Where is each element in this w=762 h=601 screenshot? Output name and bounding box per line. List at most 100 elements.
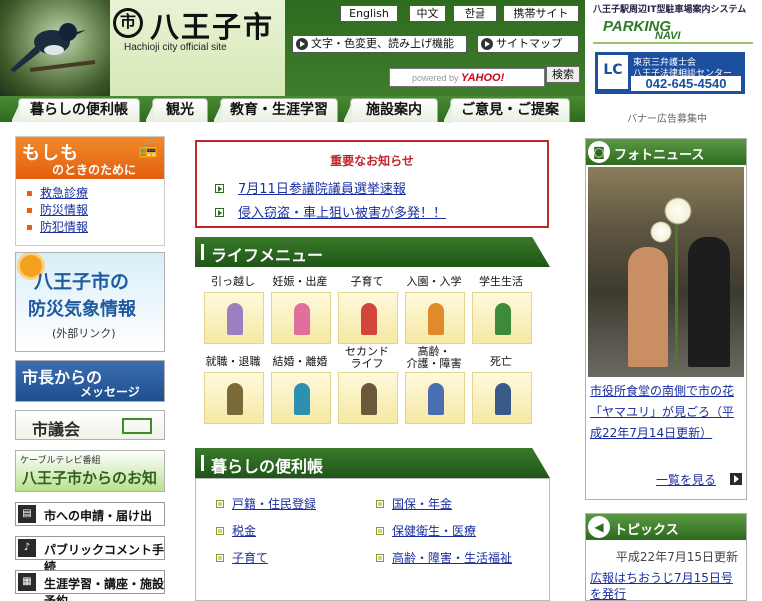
- person-figure: [628, 247, 668, 367]
- tab-kyoiku[interactable]: 教育・生涯学習: [214, 98, 338, 123]
- life-menu-illustration: [472, 372, 532, 424]
- life-menu-illustration: [472, 292, 532, 344]
- left-sidebar: もしも のときのために 📻 救急診療 防災情報 防犯情報 八王子市の 防災気象情…: [0, 122, 180, 601]
- life-menu-item[interactable]: 結婚・離婚: [267, 356, 333, 434]
- emergency-subtitle: のときのために: [52, 163, 137, 177]
- link-bohan[interactable]: 防犯情報: [40, 220, 88, 234]
- lang-chinese-button[interactable]: 中文: [409, 5, 446, 22]
- weather-line2: 防災気象情報: [28, 299, 136, 320]
- list-item: 保健衛生・医療: [376, 520, 476, 542]
- notice-item: 侵入窃盗・車上狙い被害が多発！！: [215, 202, 446, 221]
- cable-line2: 八王子市からのお知らせ: [22, 469, 158, 491]
- bird-photo: [0, 0, 110, 96]
- photo-more-link[interactable]: 一覧を見る: [656, 471, 716, 488]
- life-menu-label: 子育て: [350, 275, 384, 288]
- person-figure: [688, 237, 730, 367]
- life-menu-label: 結婚・離婚: [272, 355, 328, 368]
- link-korei[interactable]: 高齢・障害・生活福祉: [392, 551, 512, 565]
- life-menu-title: ライフメニュー: [211, 246, 324, 265]
- topics-box: ◀ トピックス 平成22年7月15日更新 広報はちおうじ7月15日号を発行: [585, 513, 747, 601]
- bullet-icon: [216, 554, 224, 562]
- search-button[interactable]: 検索: [546, 66, 580, 83]
- microphone-icon: ♪: [18, 539, 36, 557]
- list-item: 防災情報: [26, 202, 164, 219]
- lawyer-phone: 042-645-4540: [631, 76, 741, 91]
- tab-kanko[interactable]: 観光: [146, 98, 208, 123]
- lang-english-button[interactable]: English: [340, 5, 398, 22]
- cable-tv-banner[interactable]: ケーブルテレビ番組 八王子市からのお知らせ: [15, 450, 165, 492]
- topics-link[interactable]: 広報はちおうじ7月15日号を発行: [590, 571, 733, 601]
- link-zeikin[interactable]: 税金: [232, 524, 256, 538]
- public-comment-button[interactable]: ♪ パブリックコメント手続: [15, 536, 165, 574]
- search-input[interactable]: powered by YAHOO!: [389, 68, 545, 87]
- learning-reservation-button[interactable]: ▦ 生涯学習・講座・施設予約: [15, 570, 165, 601]
- life-menu-label: 高齢・ 介護・障害: [406, 345, 462, 370]
- notice-link-election[interactable]: 7月11日参議院議員選挙速報: [238, 182, 406, 197]
- lang-korean-button[interactable]: 한글: [453, 5, 497, 22]
- kurashi-header: 暮らしの便利帳: [195, 448, 550, 478]
- navi-logo: NAVI: [655, 30, 681, 42]
- life-menu-item[interactable]: 高齢・ 介護・障害: [401, 346, 467, 434]
- building-icon: [122, 418, 152, 434]
- radio-icon: 📻: [138, 139, 158, 158]
- list-item: 戸籍・住民登録: [216, 493, 316, 515]
- list-item: 税金: [216, 520, 256, 542]
- city-logo[interactable]: 市 八王子市 Hachioji city official site: [110, 0, 285, 96]
- kurashi-links-box: 戸籍・住民登録 税金 子育て 国保・年金 保健衛生・医療 高齢・障害・生活福祉: [195, 478, 550, 601]
- life-menu-item[interactable]: セカンド ライフ: [334, 346, 400, 434]
- tab-goiken[interactable]: ご意見・ご提案: [444, 98, 570, 123]
- photo-news-link[interactable]: 市役所食堂の南側で市の花「ヤマユリ」が見ごろ（平成22年7月14日更新）: [590, 384, 734, 440]
- sitemap-button[interactable]: サイトマップ: [477, 35, 579, 53]
- weather-banner[interactable]: 八王子市の 防災気象情報 (外部リンク): [15, 252, 165, 352]
- life-menu-label: 就職・退職: [205, 355, 261, 368]
- cable-line1: ケーブルテレビ番組: [20, 456, 101, 466]
- life-menu-illustration: [338, 292, 398, 344]
- lawyer-center-banner[interactable]: LC 東京三弁護士会 八王子法律相談センター 042-645-4540: [595, 52, 745, 94]
- link-kosodate[interactable]: 子育て: [232, 551, 268, 565]
- city-council-banner[interactable]: 市議会: [15, 410, 165, 440]
- application-label: 市への申請・届け出: [44, 509, 153, 523]
- photo-news-title: フォトニュース: [614, 148, 705, 163]
- photo-caption: 市役所食堂の南側で市の花「ヤマユリ」が見ごろ（平成22年7月14日更新）: [590, 381, 740, 444]
- life-menu-item[interactable]: 引っ越し: [200, 276, 266, 354]
- topics-item: 広報はちおうじ7月15日号を発行: [590, 570, 740, 601]
- link-hoken[interactable]: 保健衛生・医療: [392, 524, 476, 538]
- link-kyukyu[interactable]: 救急診療: [40, 186, 88, 200]
- weather-line1: 八王子市の: [34, 271, 130, 293]
- life-menu-item[interactable]: 学生生活: [468, 276, 534, 354]
- tab-shisetsu[interactable]: 施設案内: [344, 98, 438, 123]
- emergency-box: もしも のときのために 📻 救急診療 防災情報 防犯情報: [15, 136, 165, 246]
- banner-recruit-link[interactable]: バナー広告募集中: [627, 110, 707, 125]
- accessibility-button[interactable]: 文字・色変更、読み上げ機能: [292, 35, 467, 53]
- arrow-right-icon: [296, 38, 308, 50]
- link-kokuho[interactable]: 国保・年金: [392, 497, 452, 511]
- mobile-site-button[interactable]: 携帯サイト: [503, 5, 579, 22]
- notice-link-theft[interactable]: 侵入窃盗・車上狙い被害が多発！！: [238, 206, 446, 221]
- link-bosai[interactable]: 防災情報: [40, 203, 88, 217]
- topics-date: 平成22年7月15日更新: [615, 550, 738, 564]
- life-menu-item[interactable]: 妊娠・出産: [267, 276, 333, 354]
- person-figure: [227, 303, 243, 335]
- camera-icon: ◙: [588, 141, 610, 163]
- megaphone-icon: ◀: [588, 516, 610, 538]
- life-menu-item[interactable]: 就職・退職: [200, 356, 266, 434]
- life-menu-item[interactable]: 死亡: [468, 356, 534, 434]
- yahoo-logo: YAHOO!: [461, 72, 505, 84]
- arrow-right-icon: [215, 184, 224, 193]
- mayor-message-banner[interactable]: 市長からの メッセージ: [15, 360, 165, 402]
- mayor-line2: メッセージ: [80, 385, 140, 399]
- link-koseki[interactable]: 戸籍・住民登録: [232, 497, 316, 511]
- banner-area: 八王子駅周辺IT型駐車場案内システム PARKING NAVI LC 東京三弁護…: [585, 0, 762, 130]
- important-notice: 重要なお知らせ 7月11日参議院議員選挙速報 侵入窃盗・車上狙い被害が多発！！: [195, 140, 549, 228]
- application-button[interactable]: ▤ 市への申請・届け出: [15, 502, 165, 526]
- parking-navi-banner[interactable]: PARKING NAVI: [593, 14, 753, 44]
- person-figure: [227, 383, 243, 415]
- news-photo[interactable]: [588, 167, 744, 377]
- bullet-icon: [216, 527, 224, 535]
- tab-kurashi[interactable]: 暮らしの便利帳: [12, 98, 140, 123]
- bullet-icon: [376, 500, 384, 508]
- life-menu-item[interactable]: 子育て: [334, 276, 400, 354]
- header-tools: English 中文 한글 携帯サイト 文字・色変更、読み上げ機能 サイトマップ…: [285, 0, 585, 96]
- life-menu-item[interactable]: 入園・入学: [401, 276, 467, 354]
- arrow-right-icon[interactable]: [730, 473, 742, 485]
